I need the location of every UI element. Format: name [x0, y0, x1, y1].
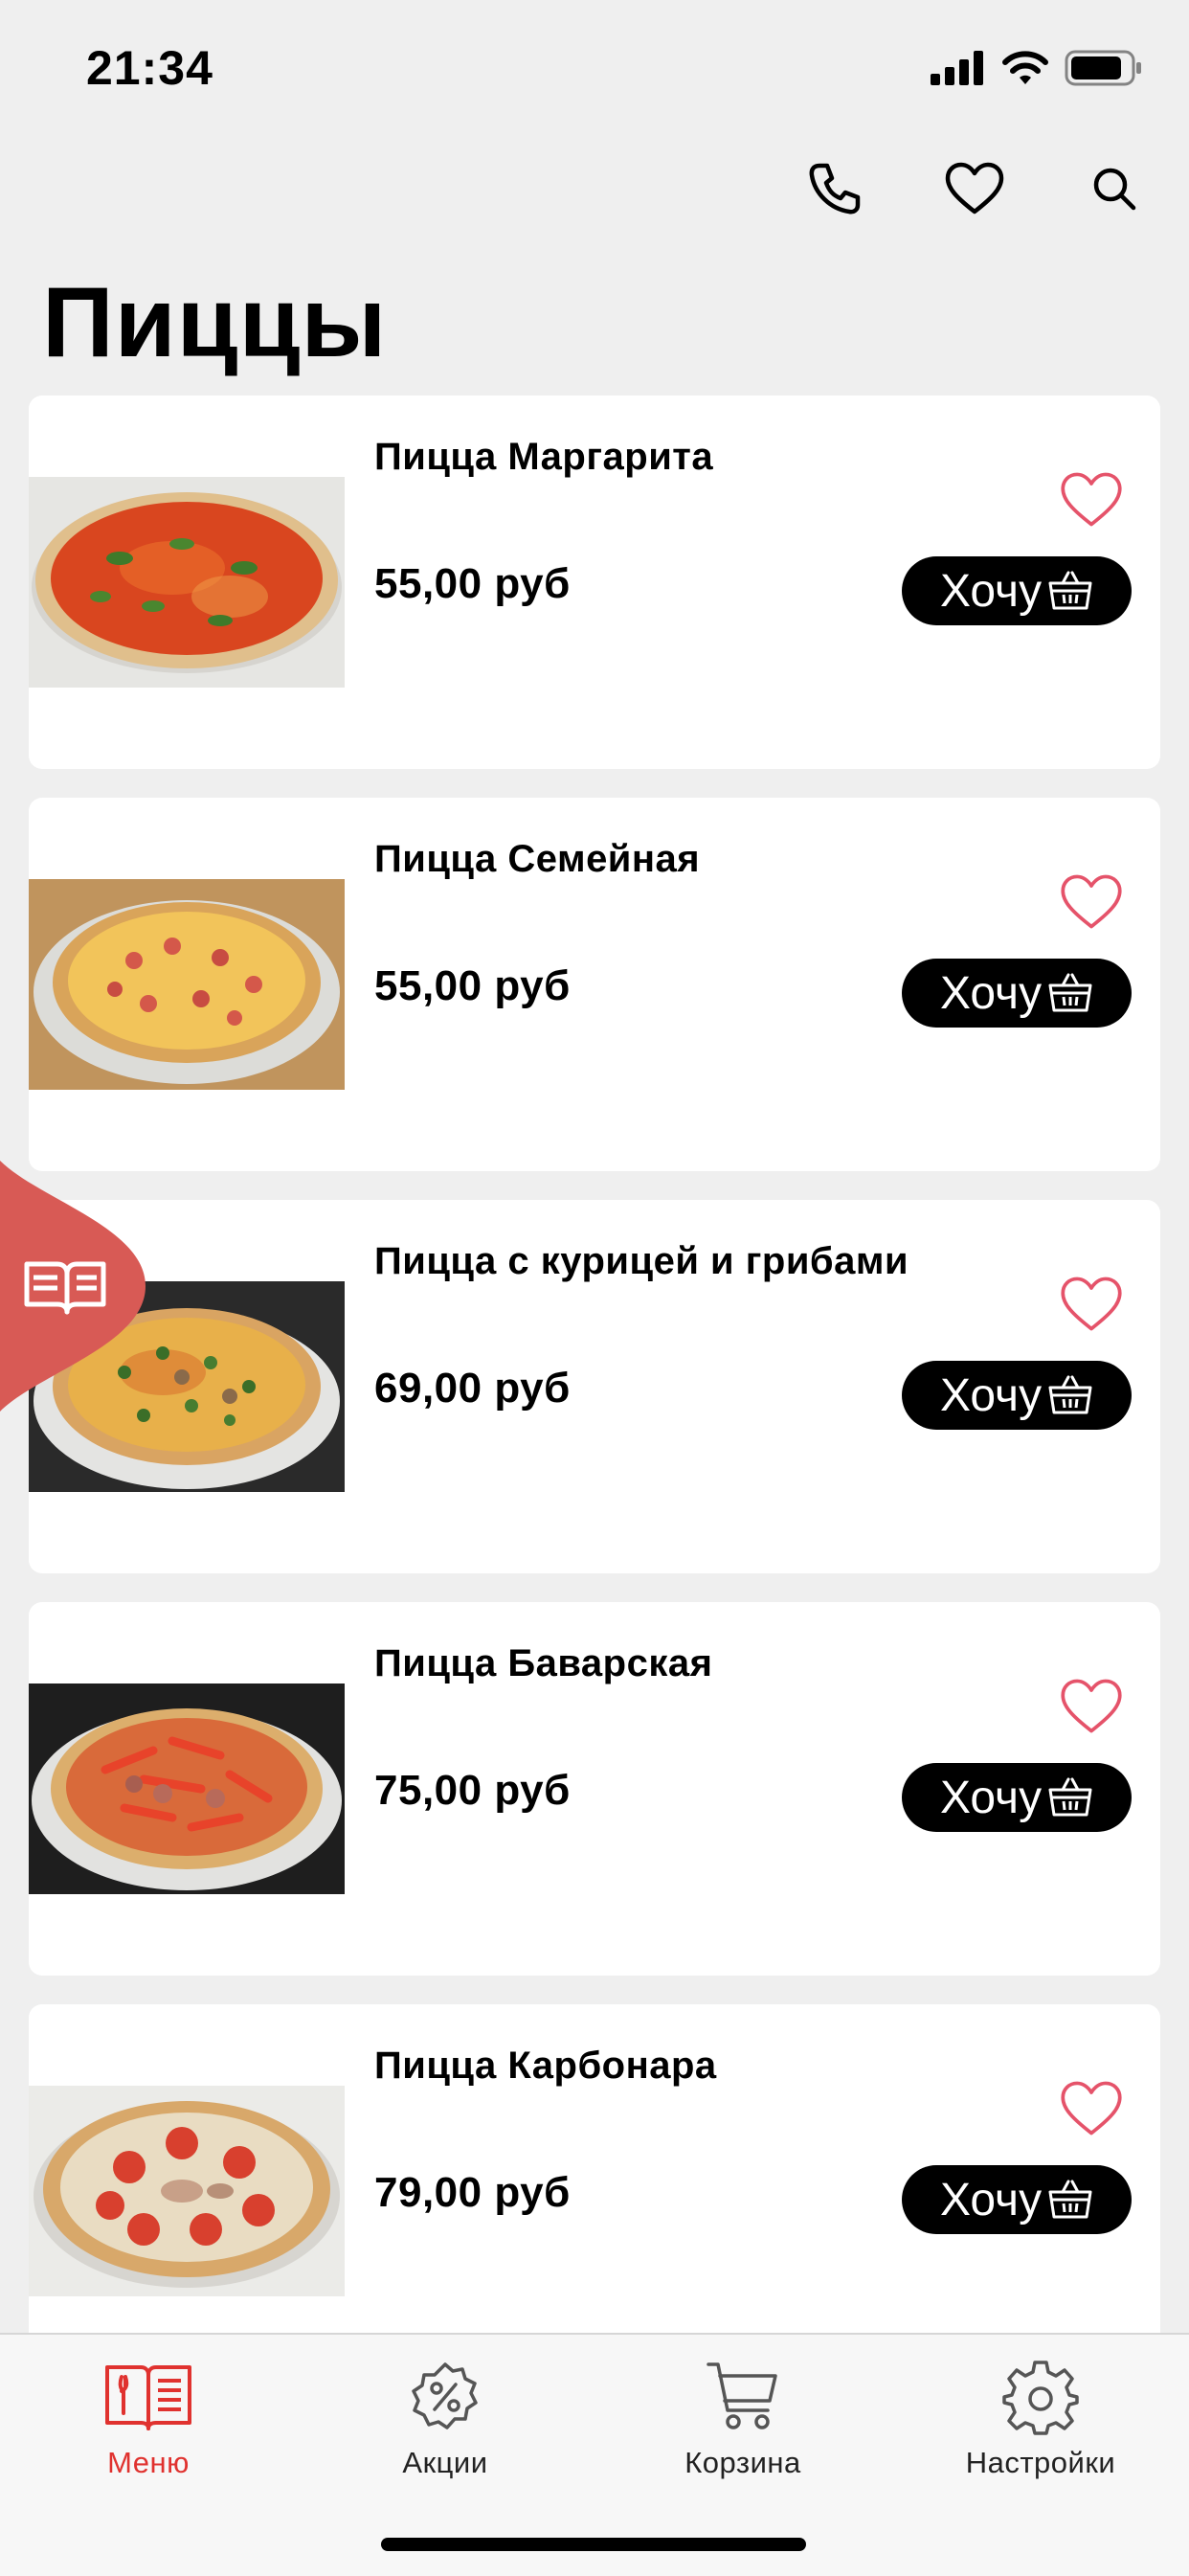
product-name: Пицца Семейная [374, 838, 701, 880]
side-menu-tab[interactable] [0, 1161, 146, 1412]
favorite-heart-icon[interactable] [1059, 470, 1124, 530]
menu-book-icon [102, 2356, 194, 2438]
status-bar: 21:34 [0, 0, 1189, 134]
search-icon [1093, 168, 1136, 211]
battery-icon [1065, 50, 1141, 86]
want-button-label: Хочу [939, 1369, 1043, 1421]
product-photo-bavarian [29, 1683, 345, 1894]
product-name: Пицца Карбонара [374, 2045, 717, 2087]
favorite-heart-icon[interactable] [1059, 1275, 1124, 1334]
call-button[interactable] [796, 155, 873, 222]
discount-icon [399, 2356, 491, 2438]
want-button-label: Хочу [939, 1772, 1043, 1823]
want-button[interactable]: Хочу [902, 1763, 1132, 1832]
basket-icon [1048, 1375, 1092, 1414]
basket-icon [1048, 1777, 1092, 1817]
signal-icon [931, 51, 983, 85]
cart-icon [697, 2356, 789, 2438]
home-indicator[interactable] [381, 2538, 806, 2551]
tab-settings[interactable]: Настройки [921, 2356, 1160, 2480]
want-button[interactable]: Хочу [902, 556, 1132, 625]
tab-label: Настройки [965, 2446, 1116, 2479]
product-name: Пицца Баварская [374, 1642, 713, 1684]
product-card[interactable]: Пицца с курицей и грибами 69,00 руб Хочу [29, 1200, 1160, 1573]
tab-promotions[interactable]: Акции [325, 2356, 565, 2480]
product-card[interactable]: Пицца Семейная 55,00 руб Хочу [29, 798, 1160, 1171]
gear-icon [995, 2356, 1087, 2438]
product-price: 55,00 руб [374, 560, 571, 607]
tab-label: Корзина [684, 2446, 801, 2479]
basket-icon [1048, 2180, 1092, 2219]
product-name: Пицца с курицей и грибами [374, 1240, 909, 1282]
header-actions [796, 155, 1153, 222]
product-card[interactable]: Пицца Маргарита 55,00 руб Хочу [29, 395, 1160, 769]
product-photo-carbonara [29, 2086, 345, 2296]
want-button[interactable]: Хочу [902, 1361, 1132, 1430]
product-card[interactable]: Пицца Баварская 75,00 руб Хочу [29, 1602, 1160, 1976]
tab-cart[interactable]: Корзина [623, 2356, 863, 2480]
favorites-button[interactable] [936, 155, 1013, 222]
tab-label: Акции [402, 2446, 488, 2479]
page-title: Пиццы [42, 267, 388, 378]
tab-menu[interactable]: Меню [29, 2356, 268, 2480]
heart-icon [945, 162, 1004, 215]
product-price: 75,00 руб [374, 1767, 571, 1814]
basket-icon [1048, 571, 1092, 610]
phone-icon [809, 163, 861, 215]
product-card[interactable]: Пицца Карбонара 79,00 руб Хочу [29, 2004, 1160, 2378]
tab-label: Меню [107, 2446, 190, 2479]
want-button-label: Хочу [939, 2174, 1043, 2226]
product-name: Пицца Маргарита [374, 436, 714, 478]
status-icons [931, 50, 1143, 86]
product-photo-family [29, 879, 345, 1090]
want-button-label: Хочу [939, 565, 1043, 617]
want-button[interactable]: Хочу [902, 2165, 1132, 2234]
basket-icon [1048, 973, 1092, 1012]
status-time: 21:34 [86, 41, 213, 95]
wifi-icon [1002, 51, 1048, 84]
want-button[interactable]: Хочу [902, 959, 1132, 1028]
want-button-label: Хочу [939, 967, 1043, 1019]
product-price: 55,00 руб [374, 962, 571, 1009]
product-photo-margherita [29, 477, 345, 688]
favorite-heart-icon[interactable] [1059, 1677, 1124, 1736]
favorite-heart-icon[interactable] [1059, 872, 1124, 932]
product-price: 79,00 руб [374, 2169, 571, 2216]
favorite-heart-icon[interactable] [1059, 2079, 1124, 2138]
product-price: 69,00 руб [374, 1365, 571, 1412]
search-button[interactable] [1076, 155, 1153, 222]
